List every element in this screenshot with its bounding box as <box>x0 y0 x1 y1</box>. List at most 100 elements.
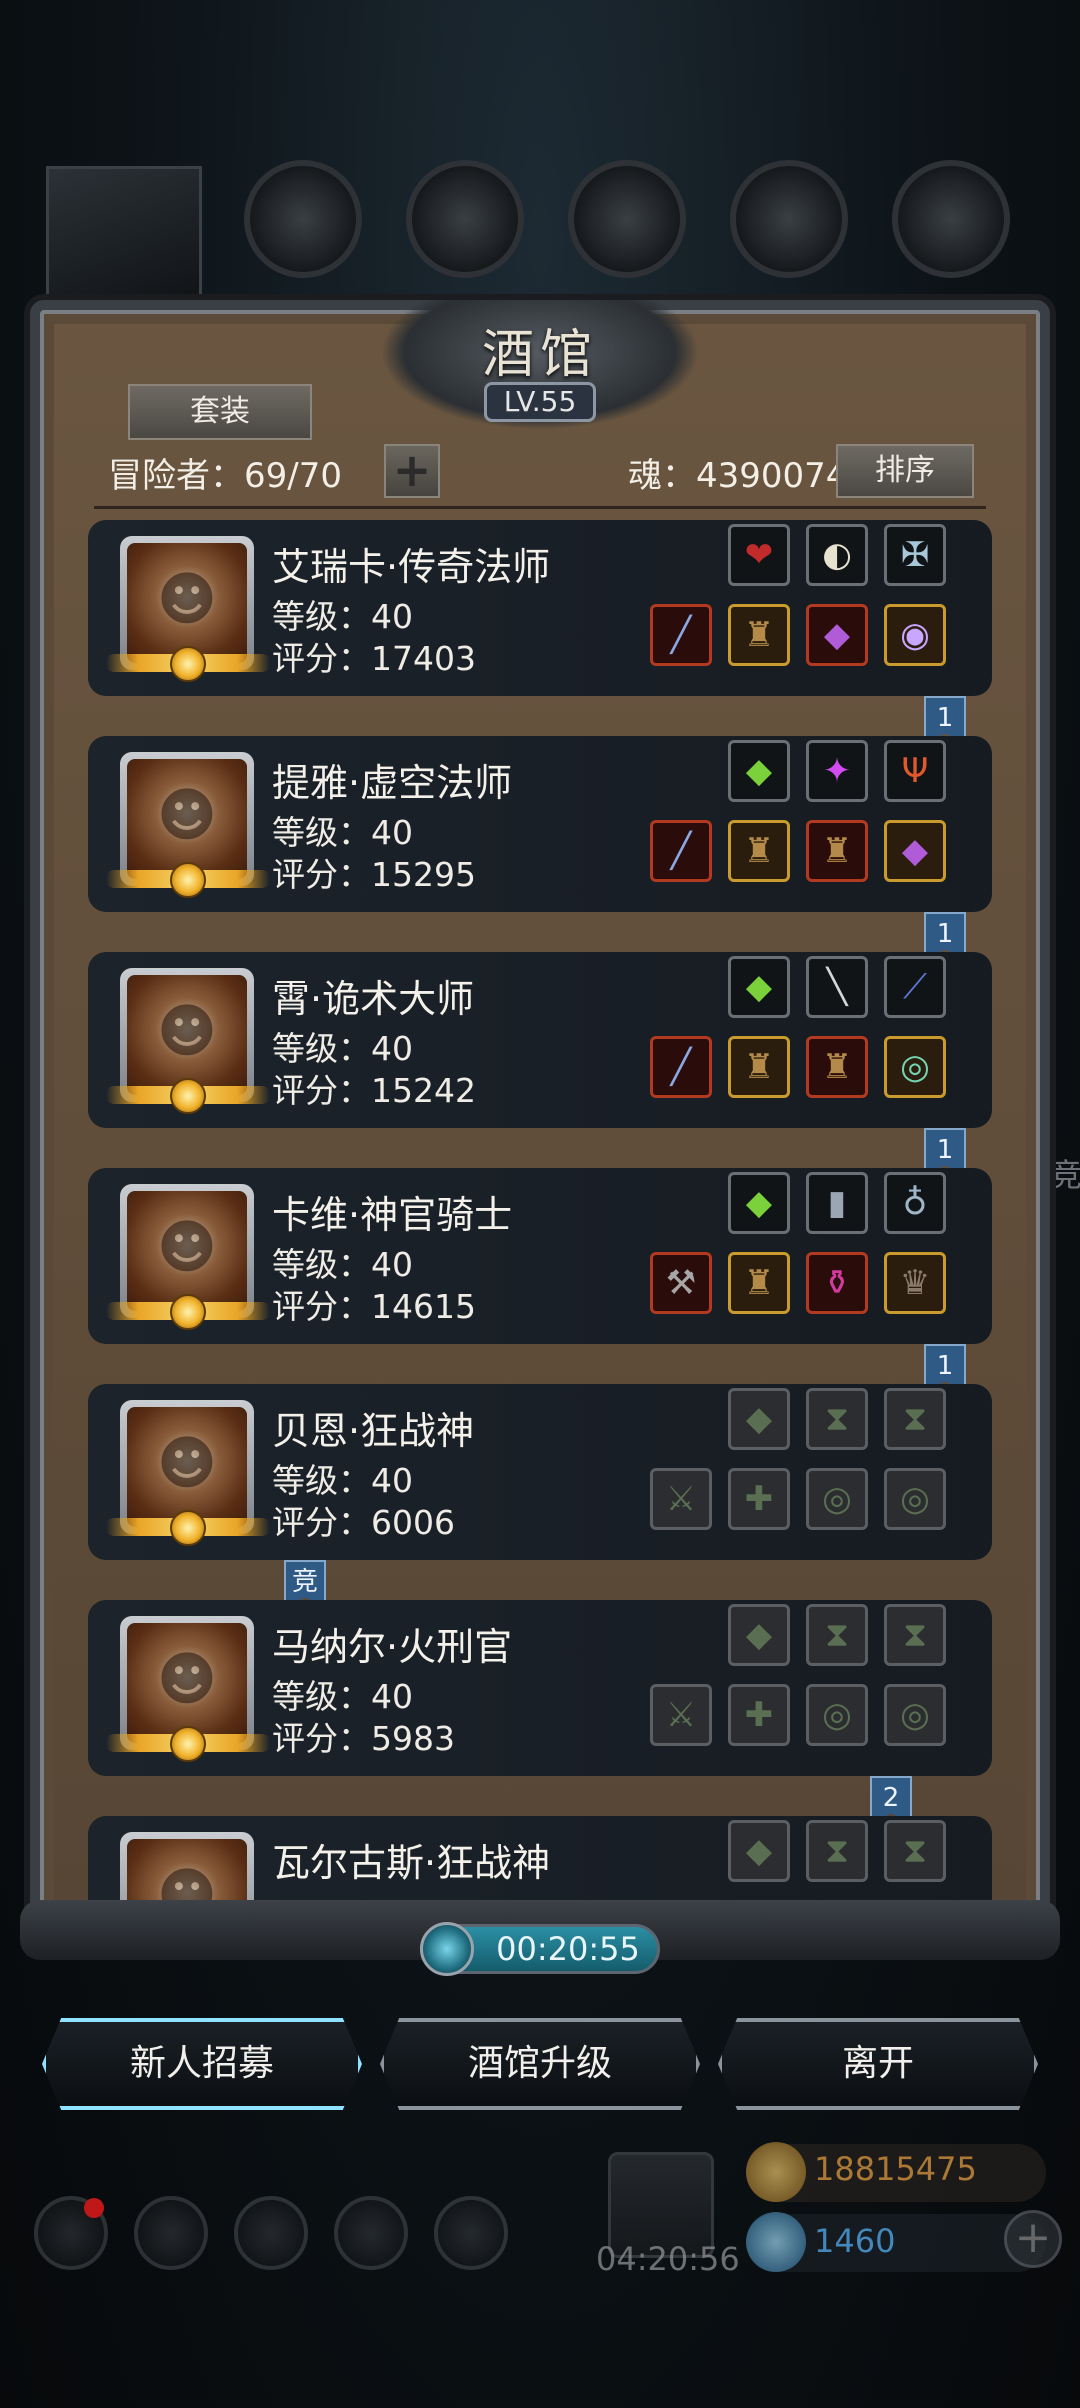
empty-axe-slot[interactable]: ⚔ <box>650 1468 712 1530</box>
hero-row[interactable]: ☻ 马纳尔·火刑官 等级：40 评分：5983 ◆ ⧗ ⧗ ⚔ ✚ ◎ ◎ 2 <box>88 1600 992 1822</box>
empty-hourglass-slot[interactable]: ⧗ <box>884 1820 946 1882</box>
cross-pendant-icon[interactable]: ✠ <box>884 524 946 586</box>
empty-ring-icon: ◎ <box>822 1479 852 1519</box>
book-icon[interactable]: ▮ <box>806 1172 868 1234</box>
map-icon[interactable] <box>434 2196 508 2270</box>
hero-row[interactable]: ☻ 卡维·神官骑士 等级：40 评分：14615 ◆ ▮ ♁ ⚒ ♜ ⚱ ♛ 1 <box>88 1168 992 1390</box>
empty-gem-slot[interactable]: ◆ <box>728 1604 790 1666</box>
eye-ring-icon: ◉ <box>900 615 930 655</box>
eye-ring-icon[interactable]: ◉ <box>884 604 946 666</box>
achievement-icon[interactable] <box>134 2196 208 2270</box>
cross-pendant-icon: ✠ <box>900 535 930 575</box>
hero-score: 评分：6006 <box>272 1503 455 1542</box>
armor-icon[interactable]: ♜ <box>806 1036 868 1098</box>
gift-timer: 04:20:56 <box>596 2240 740 2278</box>
sort-button[interactable]: 排序 <box>836 444 974 498</box>
hero-face-image: ☻ <box>127 543 247 663</box>
empty-armor-slot[interactable]: ✚ <box>728 1468 790 1530</box>
horn-icon[interactable]: ◐ <box>806 524 868 586</box>
pendant-icon: ◆ <box>823 615 851 655</box>
pendant-icon[interactable]: ◆ <box>884 820 946 882</box>
purple-crystal-icon[interactable]: ✦ <box>806 740 868 802</box>
hammer-icon[interactable]: ⚒ <box>650 1252 712 1314</box>
expand-slots-button[interactable]: + <box>384 444 440 498</box>
empty-ring-icon: ◎ <box>900 1695 930 1735</box>
empty-gem-slot[interactable]: ◆ <box>728 1820 790 1882</box>
staff-icon[interactable]: ╱ <box>650 1036 712 1098</box>
hero-score: 评分：15242 <box>272 1071 476 1110</box>
hammer-icon: ⚒ <box>665 1263 697 1303</box>
resource-slot[interactable] <box>892 160 1010 278</box>
green-gem-icon[interactable]: ◆ <box>728 740 790 802</box>
hero-row[interactable]: ☻ 艾瑞卡·传奇法师 等级：40 评分：17403 ❤ ◐ ✠ ╱ ♜ ◆ ◉ 1 <box>88 520 992 742</box>
blood-amulet-icon[interactable]: ❤ <box>728 524 790 586</box>
gold-amount: 18815475 <box>814 2150 977 2188</box>
upgrade-tavern-button[interactable]: 酒馆升级 <box>380 2018 700 2110</box>
potion-icon[interactable]: ⚱ <box>806 1252 868 1314</box>
hero-level: 等级：40 <box>272 1029 413 1068</box>
hero-portrait[interactable]: ☻ <box>120 1832 254 1908</box>
empty-hourglass-slot[interactable]: ⧗ <box>884 1388 946 1450</box>
armor-icon[interactable]: ♜ <box>728 604 790 666</box>
empty-ring-slot[interactable]: ◎ <box>884 1684 946 1746</box>
necklace-icon[interactable]: ♁ <box>884 1172 946 1234</box>
empty-ring-slot[interactable]: ◎ <box>806 1684 868 1746</box>
hero-row[interactable]: ☻ 贝恩·狂战神 等级：40 评分：6006 ◆ ⧗ ⧗ ⚔ ✚ ◎ ◎ 竞 <box>88 1384 992 1606</box>
empty-axe-slot[interactable]: ⚔ <box>650 1684 712 1746</box>
ring-icon[interactable]: ◎ <box>884 1036 946 1098</box>
green-gem-icon[interactable]: ◆ <box>728 956 790 1018</box>
empty-hourglass-slot[interactable]: ⧗ <box>806 1604 868 1666</box>
rank-star-icon <box>170 646 206 682</box>
armor-icon[interactable]: ♜ <box>806 820 868 882</box>
staff-icon: ╱ <box>670 615 692 655</box>
panel-title: 酒馆 <box>481 325 598 385</box>
armor-icon[interactable]: ♜ <box>728 1252 790 1314</box>
armor-icon: ♜ <box>743 1047 775 1087</box>
hero-list[interactable]: ☻ 艾瑞卡·传奇法师 等级：40 评分：17403 ❤ ◐ ✠ ╱ ♜ ◆ ◉ 1 ☻ 提雅·虚空法师 等级… <box>88 520 992 1908</box>
empty-hourglass-slot[interactable]: ⧗ <box>806 1820 868 1882</box>
suit-button[interactable]: 套装 <box>128 384 312 440</box>
blade-icon[interactable]: ⟋ <box>884 956 946 1018</box>
guild-icon[interactable] <box>234 2196 308 2270</box>
armor-icon[interactable]: ♜ <box>728 820 790 882</box>
pendant-icon[interactable]: ◆ <box>806 604 868 666</box>
helm-icon: ♛ <box>899 1263 931 1303</box>
empty-ring-slot[interactable]: ◎ <box>806 1468 868 1530</box>
hero-score: 评分：15295 <box>272 855 476 894</box>
trident-emblem-icon[interactable]: Ψ <box>884 740 946 802</box>
empty-armor-slot[interactable]: ✚ <box>728 1684 790 1746</box>
dagger-icon[interactable]: ╲ <box>806 956 868 1018</box>
hero-row[interactable]: ☻ 提雅·虚空法师 等级：40 评分：15295 ◆ ✦ Ψ ╱ ♜ ♜ ◆ 1 <box>88 736 992 958</box>
hero-row[interactable]: ☻ 瓦尔古斯·狂战神 ◆ ⧗ ⧗ <box>88 1816 992 1908</box>
resource-slot[interactable] <box>406 160 524 278</box>
hero-score: 评分：14615 <box>272 1287 476 1326</box>
recruit-button[interactable]: 新人招募 <box>42 2018 362 2110</box>
tavern-level-badge: LV.55 <box>484 382 596 422</box>
green-gem-icon[interactable]: ◆ <box>728 1172 790 1234</box>
leave-button[interactable]: 离开 <box>718 2018 1038 2110</box>
empty-hourglass-icon: ⧗ <box>903 1831 927 1871</box>
empty-hourglass-slot[interactable]: ⧗ <box>884 1604 946 1666</box>
hero-name: 贝恩·狂战神 <box>272 1409 475 1453</box>
staff-icon[interactable]: ╱ <box>650 604 712 666</box>
empty-gem-slot[interactable]: ◆ <box>728 1388 790 1450</box>
empty-armor-icon: ✚ <box>744 1695 774 1735</box>
resource-slot[interactable] <box>244 160 362 278</box>
mail-icon[interactable] <box>334 2196 408 2270</box>
resource-slot[interactable] <box>730 160 848 278</box>
staff-icon: ╱ <box>670 831 692 871</box>
empty-hourglass-slot[interactable]: ⧗ <box>806 1388 868 1450</box>
staff-icon[interactable]: ╱ <box>650 820 712 882</box>
hero-name: 马纳尔·火刑官 <box>272 1625 513 1669</box>
add-gems-button[interactable]: + <box>1004 2210 1062 2268</box>
empty-ring-slot[interactable]: ◎ <box>884 1468 946 1530</box>
rank-star-icon <box>170 1726 206 1762</box>
hero-face-image: ☻ <box>127 1623 247 1743</box>
player-portrait[interactable] <box>46 166 202 312</box>
hero-name: 霄·诡术大师 <box>272 977 475 1021</box>
helm-icon[interactable]: ♛ <box>884 1252 946 1314</box>
armor-icon[interactable]: ♜ <box>728 1036 790 1098</box>
empty-axe-icon: ⚔ <box>665 1695 697 1735</box>
hero-row[interactable]: ☻ 霄·诡术大师 等级：40 评分：15242 ◆ ╲ ⟋ ╱ ♜ ♜ ◎ 1 <box>88 952 992 1174</box>
resource-slot[interactable] <box>568 160 686 278</box>
